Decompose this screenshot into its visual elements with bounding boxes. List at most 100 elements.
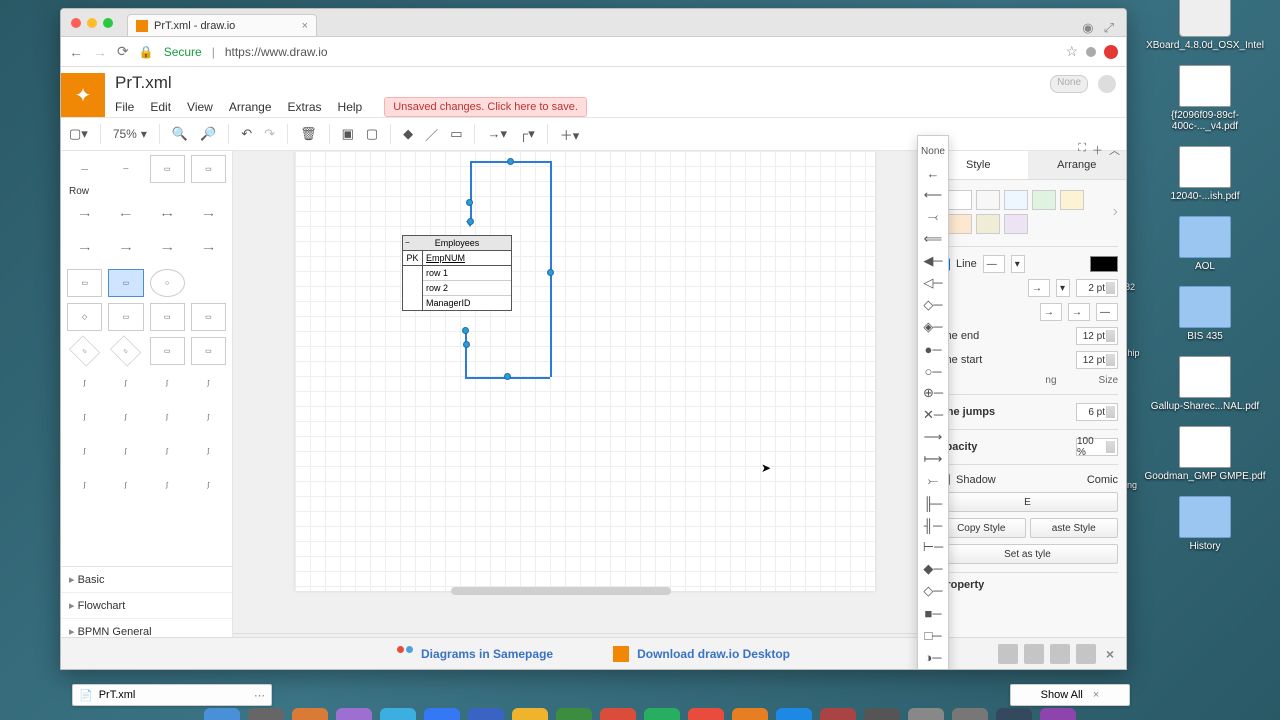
shape-curve[interactable]: ∫ <box>108 403 143 431</box>
shape-item[interactable]: ▭ <box>67 269 102 297</box>
desktop-icon[interactable]: {f2096f09-89cf-400c-..._v4.pdf <box>1140 65 1270 132</box>
to-back-icon[interactable]: ▢ <box>366 126 378 142</box>
desktop-icon[interactable]: AOL <box>1140 216 1270 272</box>
arrow-opt-select[interactable]: — <box>1096 303 1118 321</box>
shape-curve[interactable]: ∫ <box>150 369 185 397</box>
shape-item-selected[interactable]: ▭ <box>108 269 143 297</box>
shape-item[interactable]: ─ <box>108 155 143 183</box>
palette-arrow[interactable]: ← <box>918 162 948 184</box>
selected-edge[interactable] <box>465 329 467 377</box>
shape-curve[interactable]: ∫ <box>108 471 143 499</box>
shape-curve[interactable]: ∫ <box>108 437 143 465</box>
line-style-select[interactable]: — <box>983 255 1005 273</box>
edge-handle[interactable] <box>466 199 473 206</box>
line-join-select[interactable]: → <box>1028 279 1050 297</box>
swatch[interactable] <box>1004 190 1028 210</box>
adblock-icon[interactable] <box>1104 45 1118 59</box>
plus-icon[interactable]: ＋ <box>1092 142 1103 158</box>
maximize-window-icon[interactable] <box>103 18 113 28</box>
shape-item[interactable]: ▭ <box>69 335 100 366</box>
line-color-icon[interactable]: ／ <box>425 125 438 144</box>
back-icon[interactable]: ← <box>69 44 83 60</box>
collapse-icon[interactable]: ︿ <box>1109 142 1120 158</box>
desktop-icon[interactable]: History <box>1140 496 1270 552</box>
menu-edit[interactable]: Edit <box>150 100 171 114</box>
shape-curve[interactable]: ∫ <box>191 369 226 397</box>
palette-arrow[interactable]: □─ <box>918 624 948 646</box>
palette-arrow[interactable]: ◑─ <box>918 646 948 668</box>
swatch[interactable] <box>976 190 1000 210</box>
swatch[interactable] <box>1032 190 1056 210</box>
unsaved-warning[interactable]: Unsaved changes. Click here to save. <box>384 97 587 117</box>
canvas-area[interactable]: −Employees PKEmpNUM row 1 row 2 ManagerI… <box>233 151 928 669</box>
palette-none[interactable]: None <box>918 140 948 162</box>
swatch[interactable] <box>1004 214 1028 234</box>
set-default-button[interactable]: Set as tyle <box>937 544 1118 564</box>
to-front-icon[interactable]: ▣ <box>342 126 354 142</box>
close-window-icon[interactable] <box>71 18 81 28</box>
shape-curve[interactable]: ∫ <box>67 403 102 431</box>
palette-arrow[interactable]: ⟵ <box>918 184 948 206</box>
arrow-end-select[interactable]: → <box>1040 303 1062 321</box>
shape-item[interactable]: ⟶ <box>108 235 143 263</box>
zoom-in-icon[interactable]: 🔍 <box>172 126 188 142</box>
browser-tab[interactable]: PrT.xml - draw.io × <box>127 14 317 36</box>
canvas-paper[interactable]: −Employees PKEmpNUM row 1 row 2 ManagerI… <box>295 151 875 591</box>
close-shelf-icon[interactable]: × <box>1093 689 1099 701</box>
menu-view[interactable]: View <box>187 100 213 114</box>
forward-icon[interactable]: → <box>93 44 107 60</box>
share-icon[interactable] <box>1098 75 1116 93</box>
desktop-icon[interactable]: Gallup-Sharec...NAL.pdf <box>1140 356 1270 412</box>
palette-arrow[interactable]: ⊕─ <box>918 382 948 404</box>
palette-arrow[interactable]: ⟶ <box>918 426 948 448</box>
shape-item[interactable]: ▭ <box>191 337 226 365</box>
menu-file[interactable]: File <box>115 100 134 114</box>
line-color-box[interactable] <box>1090 256 1118 272</box>
shape-item[interactable]: ⟷ <box>150 201 185 229</box>
close-tab-icon[interactable]: × <box>302 20 308 32</box>
menu-extras[interactable]: Extras <box>288 100 322 114</box>
shape-curve[interactable]: ∫ <box>150 403 185 431</box>
shape-item[interactable]: ⟵ <box>108 201 143 229</box>
desktop-icon[interactable]: Goodman_GMP GMPE.pdf <box>1140 426 1270 482</box>
line-start-input[interactable]: 12 pt <box>1076 351 1118 369</box>
shadow-icon[interactable]: ▭ <box>450 126 462 142</box>
social-icon[interactable] <box>1076 644 1096 664</box>
fit-icon[interactable]: ⛶ <box>1078 142 1086 158</box>
palette-arrow[interactable]: ◆─ <box>918 558 948 580</box>
shape-curve[interactable]: ∫ <box>150 437 185 465</box>
desktop-icon[interactable]: 12040-...ish.pdf <box>1140 146 1270 202</box>
palette-arrow[interactable]: ✕─ <box>918 404 948 426</box>
section-basic[interactable]: ▸ Basic <box>61 567 232 592</box>
zoom-dropdown[interactable]: 75% ▾ <box>113 127 147 141</box>
edge-handle[interactable] <box>467 218 474 225</box>
palette-arrow[interactable]: ─◀ <box>918 668 948 670</box>
download-menu-icon[interactable]: ⋯ <box>254 689 265 702</box>
shape-item[interactable] <box>191 269 226 297</box>
line-end-input[interactable]: 12 pt <box>1076 327 1118 345</box>
swatch[interactable] <box>948 214 972 234</box>
window-controls[interactable] <box>67 18 121 36</box>
section-flowchart[interactable]: ▸ Flowchart <box>61 592 232 618</box>
redo-icon[interactable]: ↷ <box>264 126 275 142</box>
desktop-icon[interactable]: XBoard_4.8.0d_OSX_Intel <box>1140 0 1270 51</box>
palette-arrow[interactable]: ◈─ <box>918 316 948 338</box>
view-mode-icon[interactable]: ▢▾ <box>69 126 88 142</box>
menu-arrange[interactable]: Arrange <box>229 100 272 114</box>
shape-item[interactable]: ◇ <box>67 303 102 331</box>
shape-item[interactable]: ○ <box>150 269 185 297</box>
shape-curve[interactable]: ∫ <box>191 403 226 431</box>
delete-icon[interactable]: 🗑 <box>300 126 317 142</box>
close-footer-icon[interactable]: × <box>1102 646 1118 662</box>
palette-arrow[interactable]: ⤙ <box>918 206 948 228</box>
reload-icon[interactable]: ⟳ <box>117 43 129 60</box>
edit-style-button[interactable]: E <box>937 492 1118 512</box>
fill-icon[interactable]: ◆ <box>403 126 413 142</box>
swatch[interactable] <box>1060 190 1084 210</box>
undo-icon[interactable]: ↶ <box>241 126 252 142</box>
palette-arrow[interactable]: ⟼ <box>918 448 948 470</box>
extension-icon[interactable] <box>1086 47 1096 57</box>
line-jump-input[interactable]: 6 pt <box>1076 403 1118 421</box>
edge-handle[interactable] <box>462 327 469 334</box>
edge-handle[interactable] <box>507 158 514 165</box>
